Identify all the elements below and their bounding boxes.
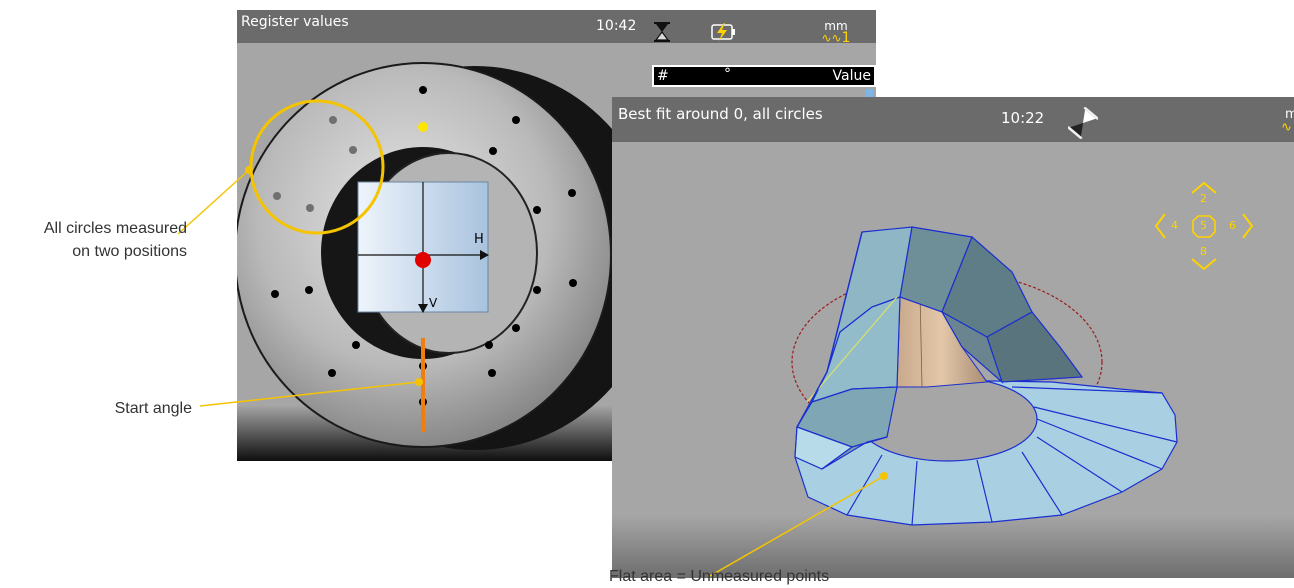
nav-center-button[interactable]: 5	[1200, 219, 1207, 232]
nav-right-button[interactable]: 6	[1229, 219, 1236, 232]
unit-index: 1	[841, 30, 851, 46]
callout-flat-area: Flat area = Unmeasured points	[609, 568, 830, 585]
waveform-icon: ∿	[1281, 120, 1292, 135]
callout-all-circles-line2: on two positions	[72, 243, 187, 260]
left-title-bar: Register values 10:42 mm ∿∿1	[237, 10, 876, 46]
axis-v-label: V	[429, 296, 438, 310]
left-screen-title: Register values	[241, 14, 349, 30]
nav-left-button[interactable]: 4	[1171, 219, 1178, 232]
center-dot	[415, 252, 431, 268]
right-clock: 10:22	[1001, 109, 1045, 127]
best-fit-screen: Best fit around 0, all circles 10:22 m ∿…	[612, 97, 1294, 578]
right-title-bar: Best fit around 0, all circles 10:22 m ∿	[612, 97, 1294, 142]
battery-charging-icon	[711, 23, 737, 45]
callout-all-circles-line1: All circles measured	[43, 220, 187, 237]
axis-h-label: H	[474, 232, 484, 247]
hourglass-icon	[1067, 106, 1099, 143]
callout-all-circles: All circles measured on two positions	[0, 217, 187, 263]
callout-start-angle: Start angle	[114, 400, 192, 417]
col-value: Value	[832, 68, 871, 84]
unit-indicator: mm ∿∿1	[816, 20, 856, 46]
nav-up-button[interactable]: 2	[1200, 192, 1207, 205]
col-angle: °	[724, 66, 731, 82]
value-table-header: # ° Value	[652, 65, 876, 87]
waveform-icon: ∿∿	[821, 31, 842, 45]
right-screen-title: Best fit around 0, all circles	[618, 105, 823, 123]
navigation-pad[interactable]: 2 4 5 6 8	[1153, 181, 1255, 271]
best-fit-3d-view	[612, 226, 1294, 578]
hourglass-icon	[652, 22, 672, 46]
col-number: #	[657, 68, 669, 84]
nav-down-button[interactable]: 8	[1200, 245, 1207, 258]
left-clock: 10:42	[596, 18, 637, 34]
